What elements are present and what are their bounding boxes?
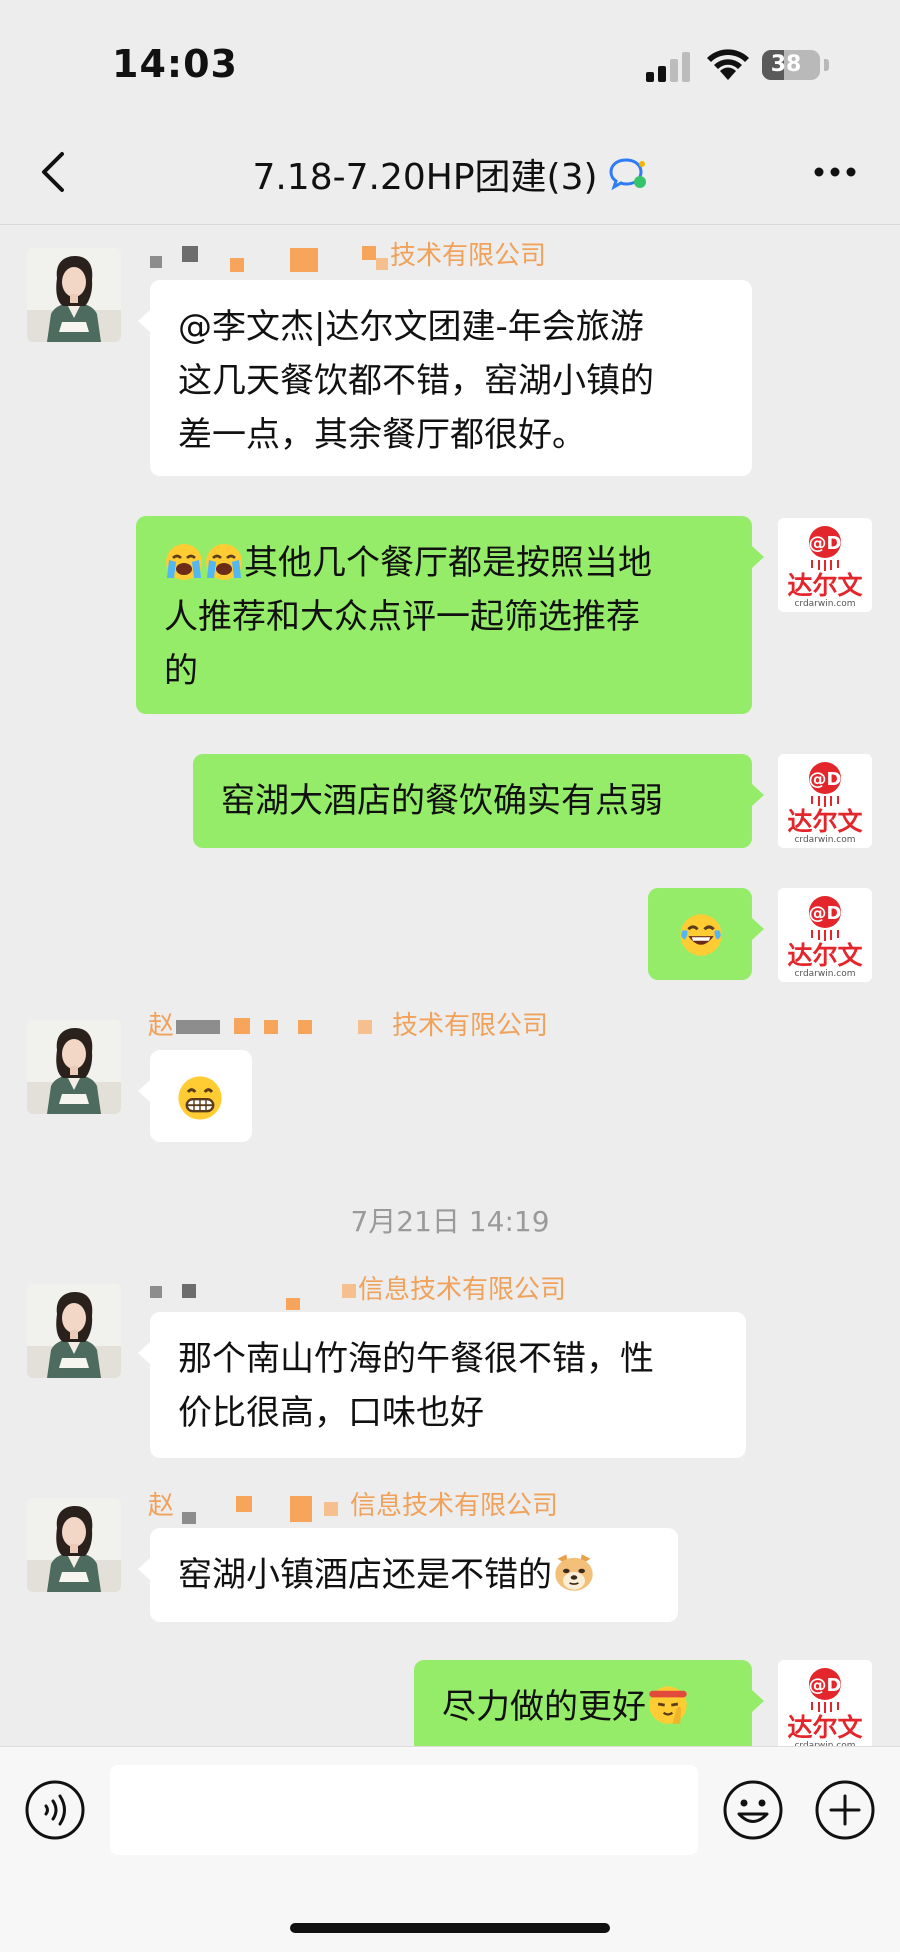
loudly-crying-face-icon [164,542,204,582]
sender-name: 赵 信息技术有限公司 [148,1488,558,1524]
input-bar [0,1746,900,1952]
redacted-name-mosaic [174,1012,392,1042]
message-bubble[interactable]: 那个南山竹海的午餐很不错，性 价比很高，口味也好 [138,1312,746,1458]
voice-input-icon[interactable] [24,1779,86,1841]
battery-icon: 38 [762,50,820,80]
darwin-logo-avatar[interactable] [778,754,872,848]
message-input[interactable] [110,1765,698,1855]
status-bar: 14:03 38 [0,0,900,120]
message-bubble[interactable] [138,1050,252,1142]
redacted-name-mosaic [174,1492,350,1524]
redacted-name-mosaic [148,242,390,272]
status-time: 14:03 [112,42,238,86]
redacted-name-mosaic [148,1276,358,1310]
sender-avatar[interactable] [27,1020,121,1114]
darwin-logo-avatar[interactable] [778,1660,872,1754]
grinning-face-icon [176,1074,224,1122]
doge-face-icon [552,1550,596,1594]
chat-header: 7.18-7.20HP团建(3) [0,120,900,225]
home-indicator [290,1923,610,1933]
saluting-face-headband-icon [646,1682,690,1726]
battery-percent: 38 [770,52,802,77]
tears-of-joy-face-icon [678,912,724,958]
more-options-icon[interactable] [812,162,858,182]
chat-assistant-icon[interactable] [608,156,648,192]
darwin-logo-avatar[interactable] [778,888,872,982]
cellular-signal-icon [646,52,690,82]
loudly-crying-face-icon [204,542,244,582]
add-attachment-icon[interactable] [814,1779,876,1841]
wifi-icon [707,49,749,80]
message-bubble[interactable] [648,888,764,980]
battery-cap [824,59,829,71]
message-bubble[interactable]: 其他几个餐厅都是按照当地 人推荐和大众点评一起筛选推荐 的 [136,516,764,714]
sender-name: 信息技术有限公司 [148,1272,566,1310]
sender-avatar[interactable] [27,1284,121,1378]
sender-avatar[interactable] [27,1498,121,1592]
sender-name: 赵 技术有限公司 [148,1011,549,1042]
sender-name: 技术有限公司 [148,238,546,274]
darwin-logo-avatar[interactable] [778,518,872,612]
message-bubble[interactable]: 尽力做的更好 [414,1660,764,1754]
sender-avatar[interactable] [27,248,121,342]
message-bubble[interactable]: @李文杰|达尔文团建-年会旅游 这几天餐饮都不错，窑湖小镇的 差一点，其余餐厅都… [138,280,752,476]
message-bubble[interactable]: 窑湖大酒店的餐饮确实有点弱 [193,754,764,848]
chat-title: 7.18-7.20HP团建(3) [252,157,598,198]
chat-timestamp: 7月21日 14:19 [350,1205,550,1238]
message-bubble[interactable]: 窑湖小镇酒店还是不错的 [138,1528,678,1622]
emoji-picker-icon[interactable] [722,1779,784,1841]
